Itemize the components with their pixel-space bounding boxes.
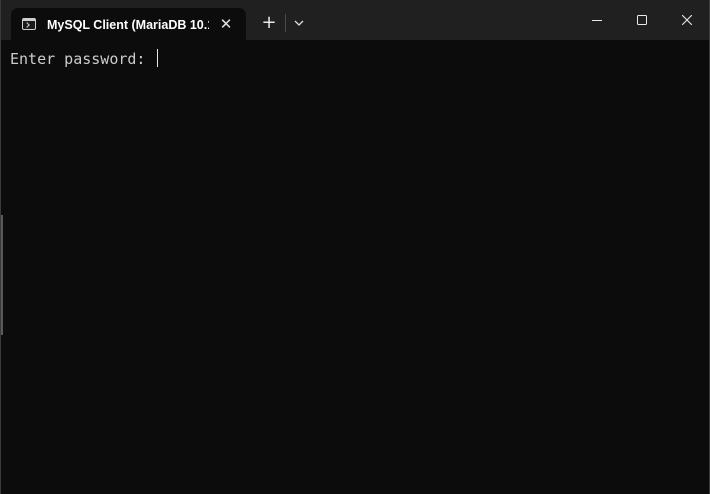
tab-divider: [285, 14, 286, 32]
chevron-down-icon[interactable]: [290, 14, 308, 32]
window-edge-indicator: [1, 215, 3, 335]
terminal-icon: [22, 18, 36, 30]
title-bar[interactable]: MySQL Client (MariaDB 10.10 ( ✕ +: [1, 0, 709, 40]
close-window-button[interactable]: [664, 0, 709, 40]
minimize-icon: [592, 20, 602, 21]
tab-mysql-client[interactable]: MySQL Client (MariaDB 10.10 ( ✕: [11, 8, 246, 40]
maximize-icon: [637, 15, 647, 25]
close-tab-icon[interactable]: ✕: [216, 14, 236, 34]
terminal-window: MySQL Client (MariaDB 10.10 ( ✕ +: [0, 0, 710, 494]
minimize-button[interactable]: [574, 0, 620, 40]
text-cursor: [156, 49, 158, 67]
password-prompt-line: Enter password:: [10, 49, 158, 69]
password-prompt: Enter password:: [10, 50, 155, 68]
tab-title: MySQL Client (MariaDB 10.10 (: [47, 18, 209, 32]
maximize-button[interactable]: [619, 0, 665, 40]
new-tab-button[interactable]: +: [258, 12, 280, 34]
close-icon: [682, 15, 692, 25]
console-area[interactable]: Enter password:: [1, 40, 709, 494]
